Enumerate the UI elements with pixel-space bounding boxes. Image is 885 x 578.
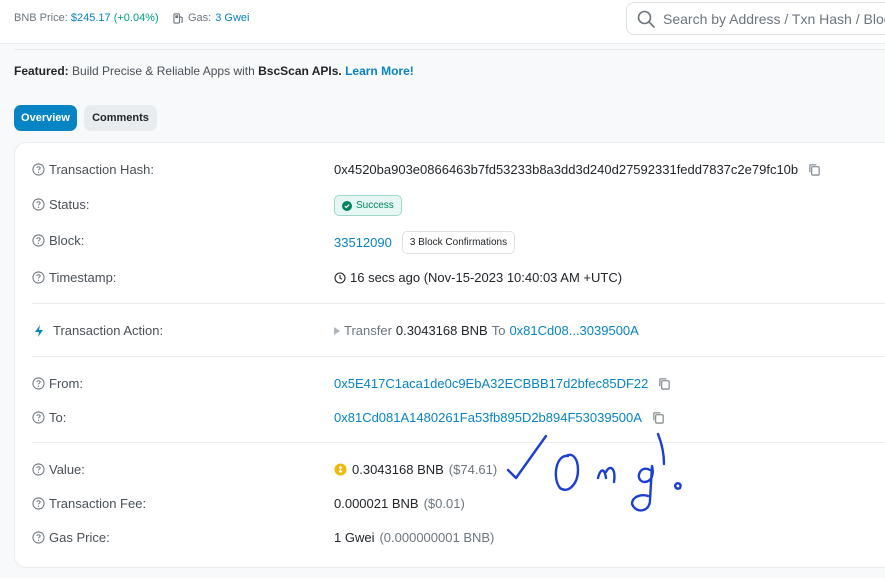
block-confirmations-badge: 3 Block Confirmations <box>401 231 516 254</box>
to-row: To: <box>32 410 66 425</box>
featured-brand: BscScan APIs. <box>258 64 342 78</box>
top-header: BNB Price: $245.17 (+0.04%) Gas: 3 Gwei <box>0 0 885 44</box>
header-divider <box>14 49 885 50</box>
bnb-price-label: BNB Price: <box>14 12 68 24</box>
help-icon[interactable] <box>32 377 45 390</box>
from-label: From: <box>49 376 83 391</box>
status-value: Success <box>356 200 394 211</box>
bnb-coin-icon <box>334 463 347 476</box>
status-value-wrap: Success <box>334 195 402 216</box>
block-label: Block: <box>49 233 85 248</box>
status-row: Status: <box>32 197 89 212</box>
tx-action-row: Transaction Action: <box>32 323 163 338</box>
to-address-link[interactable]: 0x81Cd081A1480261Fa53fb895D2b894F5303950… <box>334 410 642 425</box>
check-circle-icon <box>342 200 352 211</box>
caret-right-icon[interactable] <box>334 326 340 335</box>
help-icon[interactable] <box>32 163 45 176</box>
tx-fee-usd: ($0.01) <box>423 496 465 511</box>
gas-label: Gas: <box>188 12 212 24</box>
tx-action-to-word: To <box>491 323 506 338</box>
tx-fee-row: Transaction Fee: <box>32 496 146 511</box>
featured-text: Build Precise & Reliable Apps with <box>68 64 259 78</box>
copy-icon[interactable] <box>658 377 671 390</box>
tx-hash-row: Transaction Hash: <box>32 162 154 177</box>
bnb-price: BNB Price: $245.17 (+0.04%) <box>14 12 159 24</box>
learn-more-link[interactable]: Learn More! <box>345 64 414 78</box>
tx-fee-amount: 0.000021 BNB <box>334 496 419 511</box>
block-number-link[interactable]: 33512090 <box>334 235 392 250</box>
tab-comments[interactable]: Comments <box>84 105 157 131</box>
status-badge: Success <box>334 195 402 216</box>
section-divider <box>32 356 885 357</box>
lightning-icon <box>35 324 43 337</box>
timestamp-value-wrap: 16 secs ago (Nov-15-2023 10:40:03 AM +UT… <box>334 270 622 285</box>
section-divider <box>32 442 885 443</box>
value-row: Value: <box>32 462 85 477</box>
gas-tracker[interactable]: Gas: 3 Gwei <box>173 12 249 24</box>
block-value-wrap: 33512090 3 Block Confirmations <box>334 231 516 254</box>
help-icon[interactable] <box>32 234 45 247</box>
gas-value[interactable]: 3 Gwei <box>215 12 249 24</box>
search-icon <box>637 10 655 28</box>
tx-fee-value-wrap: 0.000021 BNB ($0.01) <box>334 496 465 511</box>
tx-action-amount: 0.3043168 BNB <box>395 323 488 338</box>
gas-price-label: Gas Price: <box>49 530 110 545</box>
gas-price-bnb: (0.000000001 BNB) <box>379 530 495 545</box>
section-divider <box>32 303 885 304</box>
value-usd: ($74.61) <box>448 462 498 477</box>
help-icon[interactable] <box>32 271 45 284</box>
value-value-wrap: 0.3043168 BNB ($74.61) <box>334 462 497 477</box>
tx-action-to-link[interactable]: 0x81Cd08...3039500A <box>509 323 638 338</box>
gas-price-value: 1 Gwei <box>334 530 375 545</box>
tab-overview[interactable]: Overview <box>14 105 77 131</box>
value-label: Value: <box>49 462 85 477</box>
featured-banner: Featured: Build Precise & Reliable Apps … <box>14 64 414 78</box>
timestamp-row: Timestamp: <box>32 270 116 285</box>
timestamp-value: 16 secs ago (Nov-15-2023 10:40:03 AM +UT… <box>350 270 623 285</box>
search-input[interactable] <box>663 10 885 27</box>
tx-hash-label: Transaction Hash: <box>49 162 155 177</box>
featured-label: Featured: <box>14 64 69 78</box>
handwritten-annotation <box>506 432 682 512</box>
to-value-wrap: 0x81Cd081A1480261Fa53fb895D2b894F5303950… <box>334 410 665 425</box>
help-icon[interactable] <box>32 531 45 544</box>
bnb-price-value[interactable]: $245.17 <box>71 12 111 24</box>
tx-action-label: Transaction Action: <box>53 323 164 338</box>
from-address-link[interactable]: 0x5E417C1aca1de0c9EbA32ECBBB17d2bfec85DF… <box>334 376 648 391</box>
help-icon[interactable] <box>32 198 45 211</box>
tx-action-verb: Transfer <box>344 323 392 338</box>
to-label: To: <box>49 410 67 425</box>
help-icon[interactable] <box>32 497 45 510</box>
status-label: Status: <box>49 197 90 212</box>
help-icon[interactable] <box>32 411 45 424</box>
tx-fee-label: Transaction Fee: <box>49 496 147 511</box>
from-value-wrap: 0x5E417C1aca1de0c9EbA32ECBBB17d2bfec85DF… <box>334 376 671 391</box>
help-icon[interactable] <box>32 463 45 476</box>
timestamp-label: Timestamp: <box>49 270 117 285</box>
clock-icon <box>334 271 346 284</box>
copy-icon[interactable] <box>652 411 665 424</box>
from-row: From: <box>32 376 83 391</box>
tx-hash-value-wrap: 0x4520ba903e0866463b7fd53233b8a3dd3d240d… <box>334 162 821 177</box>
gas-price-row: Gas Price: <box>32 530 110 545</box>
gas-price-value-wrap: 1 Gwei (0.000000001 BNB) <box>334 530 494 545</box>
tx-action-value-wrap: Transfer 0.3043168 BNB To 0x81Cd08...303… <box>334 323 639 338</box>
block-row: Block: <box>32 233 84 248</box>
gas-pump-icon <box>173 12 183 24</box>
copy-icon[interactable] <box>808 163 821 176</box>
search-box[interactable] <box>626 2 885 35</box>
value-amount: 0.3043168 BNB <box>352 462 444 477</box>
tx-hash-value: 0x4520ba903e0866463b7fd53233b8a3dd3d240d… <box>334 162 799 177</box>
bnb-price-change: (+0.04%) <box>113 12 159 24</box>
